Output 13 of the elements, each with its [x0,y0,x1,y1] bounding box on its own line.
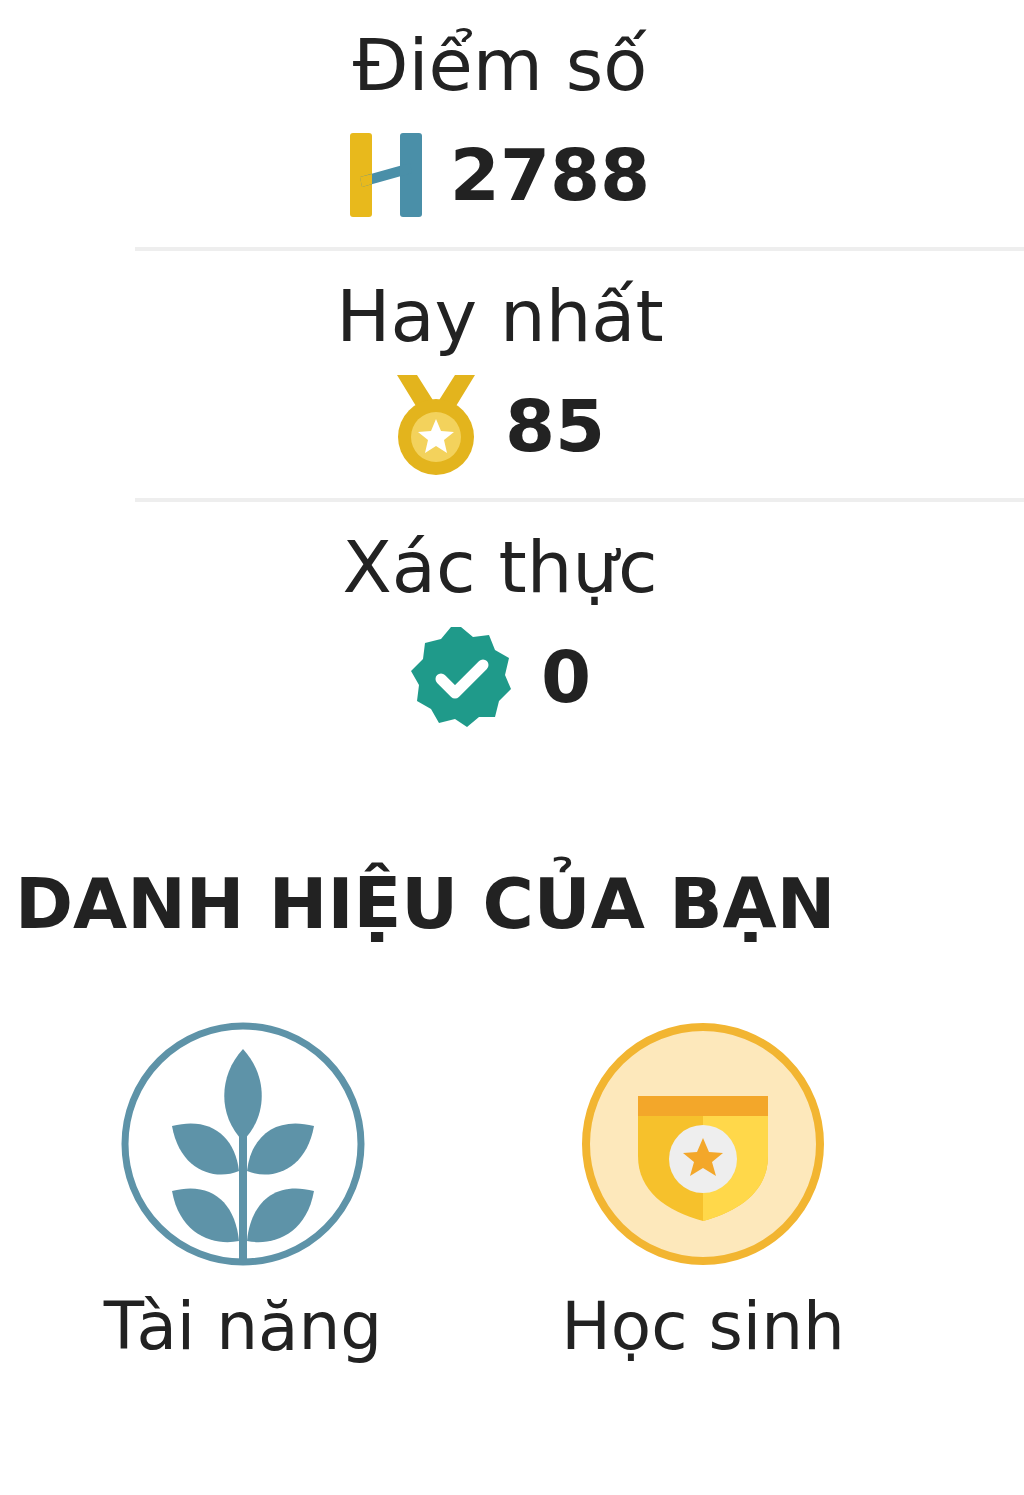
h-logo-icon [349,132,422,217]
medal-icon [394,374,477,477]
stat-value: 0 [540,634,592,719]
plant-icon [120,1021,366,1267]
stat-label: Xác thực [342,524,658,611]
stat-label: Điểm số [352,22,648,109]
stat-label: Hay nhất [336,273,664,360]
shield-badge-icon [580,1021,826,1267]
title-label: Học sinh [561,1287,845,1367]
stat-value: 85 [504,383,606,468]
title-label: Tài năng [103,1287,383,1367]
stat-value: 2788 [449,132,651,217]
verified-badge-icon [408,624,513,729]
